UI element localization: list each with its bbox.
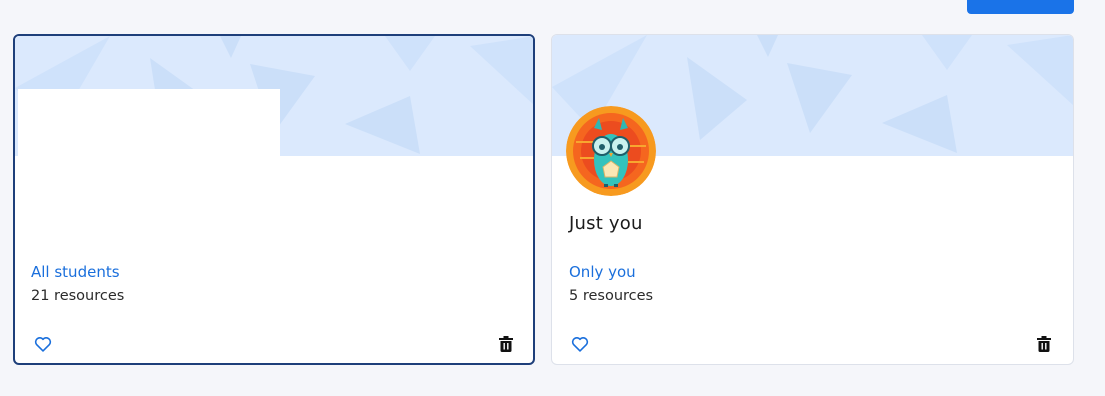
collection-card-all-students[interactable]: All students 21 resources: [13, 34, 535, 365]
thumbnail-placeholder: [18, 89, 280, 157]
audience-link[interactable]: Only you: [569, 263, 636, 281]
heart-outline-icon[interactable]: [32, 333, 54, 355]
top-action-button[interactable]: [967, 0, 1074, 14]
audience-link[interactable]: All students: [31, 263, 120, 281]
resource-count: 5 resources: [569, 288, 654, 304]
trash-icon[interactable]: [495, 333, 517, 355]
trash-icon[interactable]: [1033, 333, 1055, 355]
card-title: Just you: [569, 213, 643, 234]
owl-avatar: [566, 106, 656, 196]
resource-count: 21 resources: [31, 288, 125, 304]
heart-outline-icon[interactable]: [569, 333, 591, 355]
collection-card-just-you[interactable]: Just you Only you 5 resources: [551, 34, 1074, 365]
